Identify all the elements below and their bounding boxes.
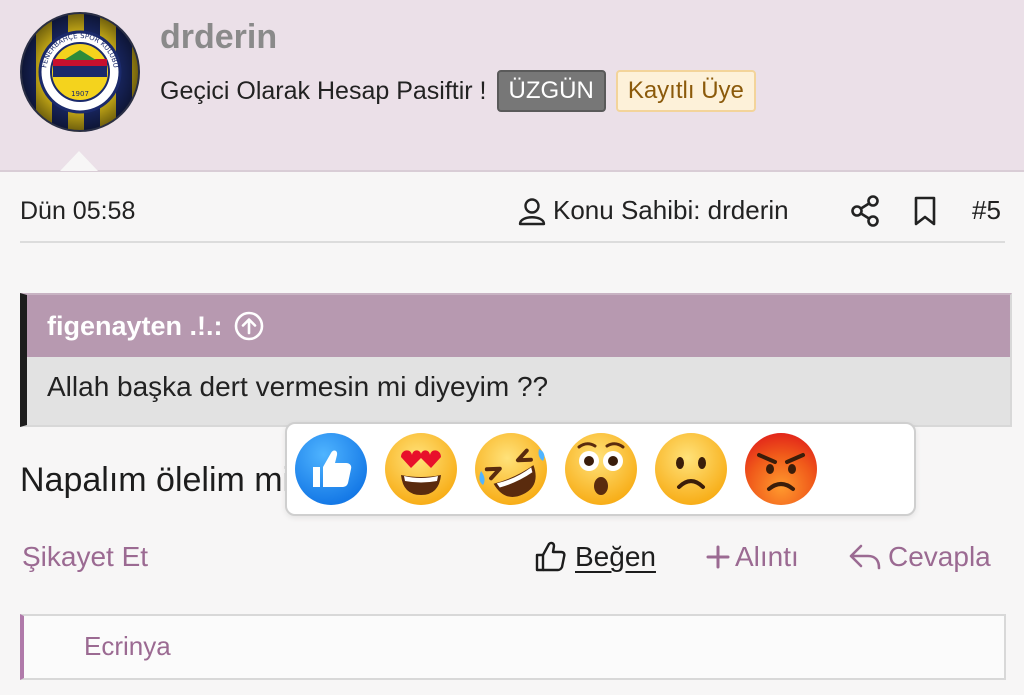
header-caret	[60, 151, 98, 171]
astonished-reaction-icon[interactable]	[563, 431, 639, 507]
post-date[interactable]: Dün 05:58	[20, 197, 135, 226]
role-badge: Kayıtlı Üye	[615, 70, 756, 112]
liker-name[interactable]: Ecrinya	[84, 631, 171, 662]
quote-block: figenayten .!.: Allah başka dert vermesi…	[20, 293, 1012, 427]
thumbs-up-icon	[535, 541, 566, 572]
like-label: Beğen	[575, 541, 656, 572]
post-actions: Şikayet Et Beğen Alıntı Cevapla	[20, 538, 1005, 588]
reply-button[interactable]: Cevapla	[848, 541, 991, 573]
share-icon[interactable]	[850, 195, 880, 232]
reaction-summary[interactable]: Ecrinya	[20, 614, 1006, 680]
club-crest-icon: 1907 FENERBAHÇE SPOR KULÜBÜ	[38, 30, 122, 114]
post-header: 1907 FENERBAHÇE SPOR KULÜBÜ drderin Geçi…	[0, 0, 1024, 172]
quote-header[interactable]: figenayten .!.:	[27, 295, 1010, 357]
plus-icon	[706, 545, 730, 569]
angry-face-reaction-icon[interactable]	[743, 431, 819, 507]
crest-year: 1907	[71, 90, 89, 98]
username[interactable]: drderin	[160, 18, 277, 57]
heart-eyes-reaction-icon[interactable]	[383, 431, 459, 507]
reply-arrow-icon	[849, 544, 881, 570]
post-meta: Dün 05:58 Konu Sahibi: drderin #5	[20, 185, 1005, 243]
frown-reaction-icon[interactable]	[653, 431, 729, 507]
quote-label: Alıntı	[735, 541, 799, 572]
post-body-text: Napalım ölelim mi	[20, 461, 291, 499]
bookmark-icon[interactable]	[912, 195, 938, 232]
status-text: Geçici Olarak Hesap Pasiftir !	[160, 76, 487, 105]
quote-author[interactable]: figenayten .!.:	[47, 311, 223, 342]
rolling-laugh-reaction-icon[interactable]	[473, 431, 549, 507]
avatar[interactable]: 1907 FENERBAHÇE SPOR KULÜBÜ	[20, 12, 140, 132]
arrow-up-circle-icon[interactable]	[233, 310, 265, 342]
reply-label: Cevapla	[888, 541, 991, 572]
user-icon	[518, 197, 546, 225]
quote-button[interactable]: Alıntı	[705, 541, 799, 573]
like-button[interactable]: Beğen	[533, 540, 656, 574]
reaction-picker	[285, 422, 916, 516]
mood-badge: ÜZGÜN	[496, 70, 606, 112]
quote-text: Allah başka dert vermesin mi diyeyim ??	[47, 371, 549, 402]
user-status-line: Geçici Olarak Hesap Pasiftir ! ÜZGÜN Kay…	[160, 70, 756, 112]
report-button[interactable]: Şikayet Et	[22, 541, 148, 573]
post-number-link[interactable]: #5	[972, 195, 1001, 226]
thumbs-up-reaction-icon[interactable]	[293, 431, 369, 507]
thread-owner-label: Konu Sahibi: drderin	[553, 195, 789, 225]
thread-owner: Konu Sahibi: drderin	[517, 195, 789, 226]
